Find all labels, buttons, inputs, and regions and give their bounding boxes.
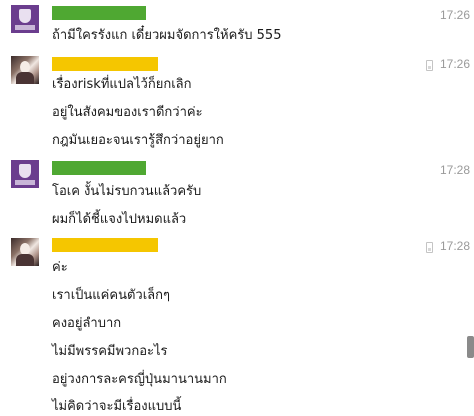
avatar[interactable] [11, 56, 39, 84]
message-text: โอเค งั้นไม่รบกวนแล้วครับ [52, 184, 202, 199]
message-text: เรื่องriskที่แปลไว้ก็ยกเลิก [52, 77, 192, 92]
timestamp: 17:26 [439, 57, 470, 71]
sender-name-redacted [52, 161, 146, 175]
message-text: อยู่วงการละครญี่ปุ่นมานานมาก [52, 372, 227, 387]
scrollbar-thumb[interactable] [467, 336, 474, 358]
timestamp: 17:28 [439, 239, 470, 253]
timestamp: 17:26 [439, 8, 470, 22]
message-text: ถ้ามีใครรังแก เดี๋ยวผมจัดการให้ครับ 555 [52, 28, 282, 43]
message-text: คงอยู่ลำบาก [52, 316, 122, 331]
read-receipt-icon [426, 242, 433, 253]
message-text: อยู่ในสังคมของเราดีกว่าค่ะ [52, 105, 203, 120]
timestamp: 17:28 [439, 163, 470, 177]
message-text: ค่ะ [52, 260, 68, 275]
avatar[interactable] [11, 5, 39, 33]
message-text: ไม่คิดว่าจะมีเรื่องแบบนี้ [52, 399, 182, 414]
message-text: กฎมันเยอะจนเรารู้สึกว่าอยู่ยาก [52, 133, 224, 148]
read-receipt-icon [426, 60, 433, 71]
sender-name-redacted [52, 238, 158, 252]
avatar[interactable] [11, 238, 39, 266]
message-text: ไม่มีพรรคมีพวกอะไร [52, 344, 168, 359]
message-text: เราเป็นแค่คนตัวเล็กๆ [52, 288, 170, 303]
sender-name-redacted [52, 57, 158, 71]
sender-name-redacted [52, 6, 146, 20]
avatar[interactable] [11, 160, 39, 188]
message-text: ผมก็ได้ชี้แจงไปหมดแล้ว [52, 212, 187, 227]
